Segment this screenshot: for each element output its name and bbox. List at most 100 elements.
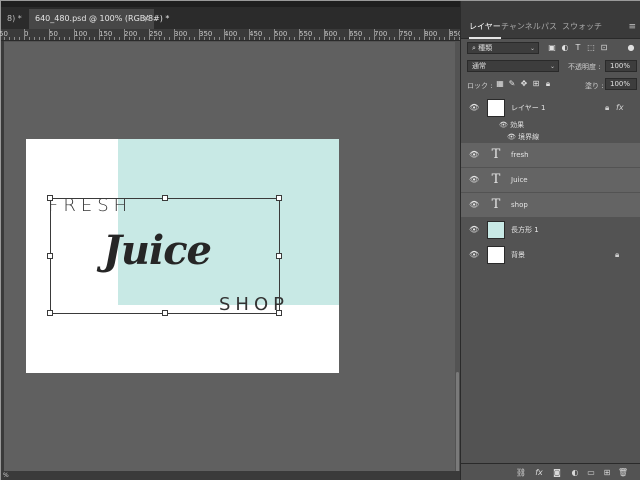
lock-position-icon[interactable]: ✥ <box>519 79 529 89</box>
ruler-tick <box>184 37 185 40</box>
eye-icon[interactable]: 👁︎ <box>469 103 481 113</box>
ruler-tick <box>174 29 175 40</box>
title-strip <box>1 1 460 7</box>
ruler-tick <box>374 29 375 40</box>
ruler-tick-label: 650 <box>349 30 363 38</box>
eye-icon[interactable]: 👁︎ <box>469 150 481 160</box>
new-group-icon[interactable]: ▭ <box>585 467 597 479</box>
filter-type-icon[interactable]: T <box>573 43 583 53</box>
ruler-tick <box>24 29 25 40</box>
layer-row-layer1[interactable]: 👁︎ レイヤー 1 🔒︎ fx <box>461 96 640 120</box>
ruler-tick <box>124 29 125 40</box>
ruler-tick <box>369 37 370 40</box>
add-style-icon[interactable]: fx <box>533 467 545 479</box>
tab-current-document[interactable]: 640_480.psd @ 100% (RGB/8#) * × <box>29 9 169 29</box>
ruler-tick <box>379 37 380 40</box>
text-layer-icon: T <box>491 172 501 187</box>
ruler-tick <box>259 37 260 40</box>
ruler-tick <box>29 37 30 40</box>
effects-group[interactable]: 👁︎ 効果 <box>499 119 524 131</box>
handle-middle-left[interactable] <box>47 253 53 259</box>
fill-input[interactable]: 100% <box>605 78 637 90</box>
ruler-tick <box>394 37 395 40</box>
horizontal-ruler[interactable]: 50 0 50 100 150 200 250 300 350 400 450 500 550 600 65… <box>0 29 470 41</box>
layer-filter-select[interactable]: ⌕ 種類 ⌄ <box>467 42 539 54</box>
handle-middle-right[interactable] <box>276 253 282 259</box>
eye-icon[interactable]: 👁︎ <box>469 175 481 185</box>
handle-bottom-left[interactable] <box>47 310 53 316</box>
eye-icon[interactable]: 👁︎ <box>507 133 518 141</box>
layer-row-juice[interactable]: 👁︎ T Juice <box>461 168 640 192</box>
ruler-tick <box>214 37 215 40</box>
ruler-tick <box>149 29 150 40</box>
scrollbar-thumb[interactable] <box>456 372 459 480</box>
eye-icon[interactable]: 👁︎ <box>469 250 481 260</box>
new-adjustment-icon[interactable]: ◐ <box>569 467 581 479</box>
handle-top-left[interactable] <box>47 195 53 201</box>
ruler-tick-label: 250 <box>149 30 163 38</box>
tab-swatches[interactable]: スウォッチ <box>562 15 602 39</box>
handle-top-right[interactable] <box>276 195 282 201</box>
chevron-down-icon: ⌄ <box>529 45 535 52</box>
blend-mode-select[interactable]: 通常 ⌄ <box>467 60 559 72</box>
ruler-tick <box>64 37 65 40</box>
layer-name: fresh <box>511 151 529 159</box>
layer-row-fresh[interactable]: 👁︎ T fresh <box>461 143 640 167</box>
handle-bottom-center[interactable] <box>162 310 168 316</box>
ruler-tick <box>404 37 405 40</box>
layer-row-background[interactable]: 👁︎ 背景 🔒︎ <box>461 243 640 267</box>
layer-name: shop <box>511 201 528 209</box>
eye-icon[interactable]: 👁︎ <box>469 200 481 210</box>
handle-bottom-right[interactable] <box>276 310 282 316</box>
ruler-tick-label: 450 <box>249 30 263 38</box>
opacity-input[interactable]: 100% <box>605 60 637 72</box>
tab-layers[interactable]: レイヤー <box>469 15 501 39</box>
ruler-tick <box>364 37 365 40</box>
link-layers-icon[interactable]: ⛓︎ <box>515 467 527 479</box>
transform-bounding-box[interactable] <box>47 195 282 316</box>
fx-icon[interactable]: fx <box>616 103 624 112</box>
ruler-tick <box>284 37 285 40</box>
filter-toggle-icon[interactable]: ● <box>626 43 636 53</box>
panel-menu-icon[interactable]: ≡ <box>628 22 636 32</box>
eye-icon[interactable]: 👁︎ <box>469 225 481 235</box>
stroke-label: 境界線 <box>518 133 540 141</box>
ruler-tick <box>14 37 15 40</box>
layer-row-shop[interactable]: 👁︎ T shop <box>461 193 640 217</box>
lock-transparent-icon[interactable]: ▦ <box>495 79 505 89</box>
ruler-tick-label: 300 <box>174 30 188 38</box>
ruler-tick <box>229 37 230 40</box>
tab-channels[interactable]: チャンネル <box>501 15 541 39</box>
document-tab-bar: 8) * 640_480.psd @ 100% (RGB/8#) * × <box>1 1 460 29</box>
status-bar: % <box>1 471 460 480</box>
blend-mode-value: 通常 <box>472 62 486 70</box>
ruler-tick <box>359 37 360 40</box>
lock-image-icon[interactable]: ✎ <box>507 79 517 89</box>
lock-label: ロック : <box>467 82 493 90</box>
ruler-tick <box>199 29 200 40</box>
lock-artboard-icon[interactable]: ⊞ <box>531 79 541 89</box>
artboard[interactable]: FRESH Juice SHOP <box>26 139 339 373</box>
ruler-tick <box>334 37 335 40</box>
tab-previous-document[interactable]: 8) * <box>1 9 27 29</box>
ruler-tick <box>319 37 320 40</box>
add-mask-icon[interactable]: ◙ <box>551 467 563 479</box>
ruler-tick <box>204 37 205 40</box>
close-tab-icon[interactable]: × <box>142 9 150 29</box>
lock-all-icon[interactable]: 🔒︎ <box>543 79 553 89</box>
filter-smart-object-icon[interactable]: ⊡ <box>599 43 609 53</box>
zoom-readout[interactable]: % <box>3 472 9 479</box>
effect-stroke[interactable]: 👁︎ 境界線 <box>507 131 539 143</box>
filter-pixel-icon[interactable]: ▣ <box>547 43 557 53</box>
handle-top-center[interactable] <box>162 195 168 201</box>
ruler-tick <box>189 37 190 40</box>
layer-row-rectangle[interactable]: 👁︎ 長方形 1 <box>461 218 640 242</box>
new-layer-icon[interactable]: ⊞ <box>601 467 613 479</box>
ruler-tick <box>409 37 410 40</box>
tab-paths[interactable]: パス <box>541 15 557 39</box>
ruler-tick-label: 700 <box>374 30 388 38</box>
filter-adjustment-icon[interactable]: ◐ <box>560 43 570 53</box>
filter-shape-icon[interactable]: ⬚ <box>586 43 596 53</box>
eye-icon[interactable]: 👁︎ <box>499 121 510 129</box>
trash-icon[interactable]: 🗑︎ <box>617 467 629 479</box>
